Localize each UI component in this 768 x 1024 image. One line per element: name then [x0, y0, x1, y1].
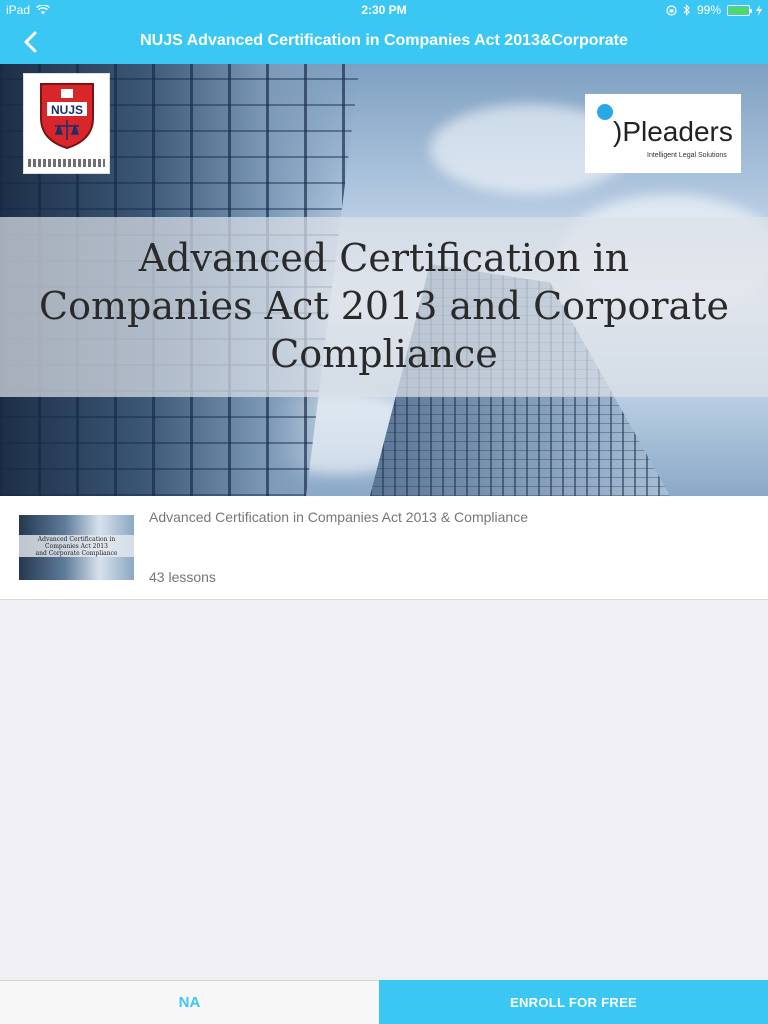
orientation-lock-icon [666, 4, 677, 16]
battery-percent: 99% [696, 3, 721, 17]
enroll-button[interactable]: ENROLL FOR FREE [379, 980, 768, 1024]
battery-fill [729, 6, 748, 14]
course-title: Advanced Certification in Companies Act … [149, 509, 528, 525]
chevron-left-icon[interactable] [14, 28, 44, 56]
banner-heading: Advanced Certification in Companies Act … [0, 234, 768, 378]
thumbnail-line: Companies Act 2013 [45, 543, 108, 550]
charging-icon [756, 4, 762, 16]
nujs-shield-icon: NUJS [40, 83, 94, 150]
nujs-logo-text: NUJS [51, 103, 83, 117]
ipleaders-dot-icon [597, 104, 613, 120]
ipleaders-logo: )Pleaders Intelligent Legal Solutions [585, 94, 741, 173]
lesson-count: 43 lessons [149, 569, 216, 585]
course-thumbnail: Advanced Certification in Companies Act … [19, 515, 134, 580]
banner-heading-line: Compliance [270, 332, 498, 376]
ipleaders-name: )Pleaders [613, 116, 733, 147]
thumbnail-line: Advanced Certification in [37, 536, 116, 543]
nujs-logo: NUJS [23, 73, 110, 174]
battery-icon [727, 4, 752, 16]
page-title: NUJS Advanced Certification in Companies… [140, 32, 628, 49]
course-banner: Advanced Certification in Companies Act … [0, 64, 768, 496]
top-bar: iPad 2:30 PM 99% NUJS Advanced Certifica… [0, 0, 768, 64]
thumbnail-text: Advanced Certification in Companies Act … [19, 536, 134, 557]
status-bar: iPad 2:30 PM 99% [0, 0, 768, 20]
nujs-motto [28, 159, 105, 167]
ipleaders-tagline: Intelligent Legal Solutions [647, 152, 727, 159]
status-time: 2:30 PM [361, 3, 407, 17]
course-list-item[interactable]: Advanced Certification in Companies Act … [0, 496, 768, 600]
thumbnail-line: and Corporate Compliance [35, 550, 118, 557]
bluetooth-icon [683, 4, 690, 16]
bottom-action-bar: NA ENROLL FOR FREE [0, 980, 768, 1024]
navigation-bar: NUJS Advanced Certification in Companies… [0, 20, 768, 64]
banner-heading-line: Advanced Certification in [138, 236, 630, 280]
price-button[interactable]: NA [0, 980, 379, 1024]
banner-heading-line: Companies Act 2013 and Corporate [39, 284, 729, 328]
